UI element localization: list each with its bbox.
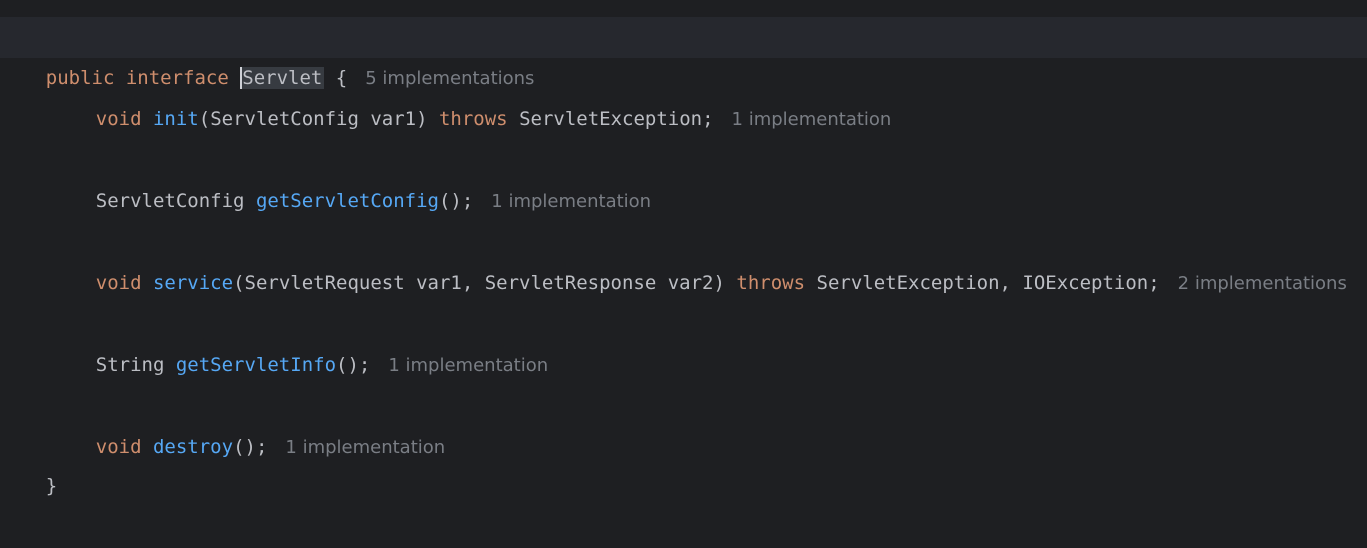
code-line-getservletinfo[interactable]: String getServletInfo(); 1 implementation <box>0 304 548 376</box>
code-line-init[interactable]: void init(ServletConfig var1) throws Ser… <box>0 58 892 130</box>
keyword-throws: throws <box>736 272 806 294</box>
implementations-hint[interactable]: 1 implementation <box>491 191 651 212</box>
code-line-service[interactable]: void service(ServletRequest var1, Servle… <box>0 222 1347 294</box>
exception-list: ServletException; <box>519 108 714 130</box>
return-type: void <box>95 108 142 130</box>
method-name-getservletinfo[interactable]: getServletInfo <box>176 354 336 376</box>
code-line-close[interactable]: } <box>0 425 57 497</box>
implementations-hint[interactable]: 1 implementation <box>285 437 445 458</box>
method-name-init[interactable]: init <box>153 108 199 130</box>
code-line-interface-declaration[interactable]: public interface Servlet {5 implementati… <box>0 17 534 89</box>
return-type: void <box>95 272 142 294</box>
method-params: (); <box>336 354 371 376</box>
keyword-throws: throws <box>438 108 508 130</box>
method-params: (ServletRequest var1, ServletResponse va… <box>233 272 725 294</box>
method-name-destroy[interactable]: destroy <box>153 436 233 458</box>
code-line-getservletconfig[interactable]: ServletConfig getServletConfig(); 1 imple… <box>0 140 651 212</box>
return-type: String <box>95 354 165 376</box>
code-editor[interactable]: public interface Servlet {5 implementati… <box>0 0 1367 497</box>
implementations-hint[interactable]: 2 implementations <box>1178 273 1347 294</box>
return-type: ServletConfig <box>95 190 245 212</box>
close-brace: } <box>45 475 58 497</box>
implementations-hint[interactable]: 1 implementation <box>388 355 548 376</box>
method-name-service[interactable]: service <box>153 272 233 294</box>
method-params: (ServletConfig var1) <box>198 108 428 130</box>
implementations-hint[interactable]: 1 implementation <box>732 109 892 130</box>
method-params: (); <box>438 190 474 212</box>
return-type: void <box>95 436 142 458</box>
code-line-destroy[interactable]: void destroy(); 1 implementation <box>0 386 445 458</box>
exception-list: ServletException, IOException; <box>816 272 1160 294</box>
method-name-getservletconfig[interactable]: getServletConfig <box>256 190 439 212</box>
method-params: (); <box>233 436 268 458</box>
